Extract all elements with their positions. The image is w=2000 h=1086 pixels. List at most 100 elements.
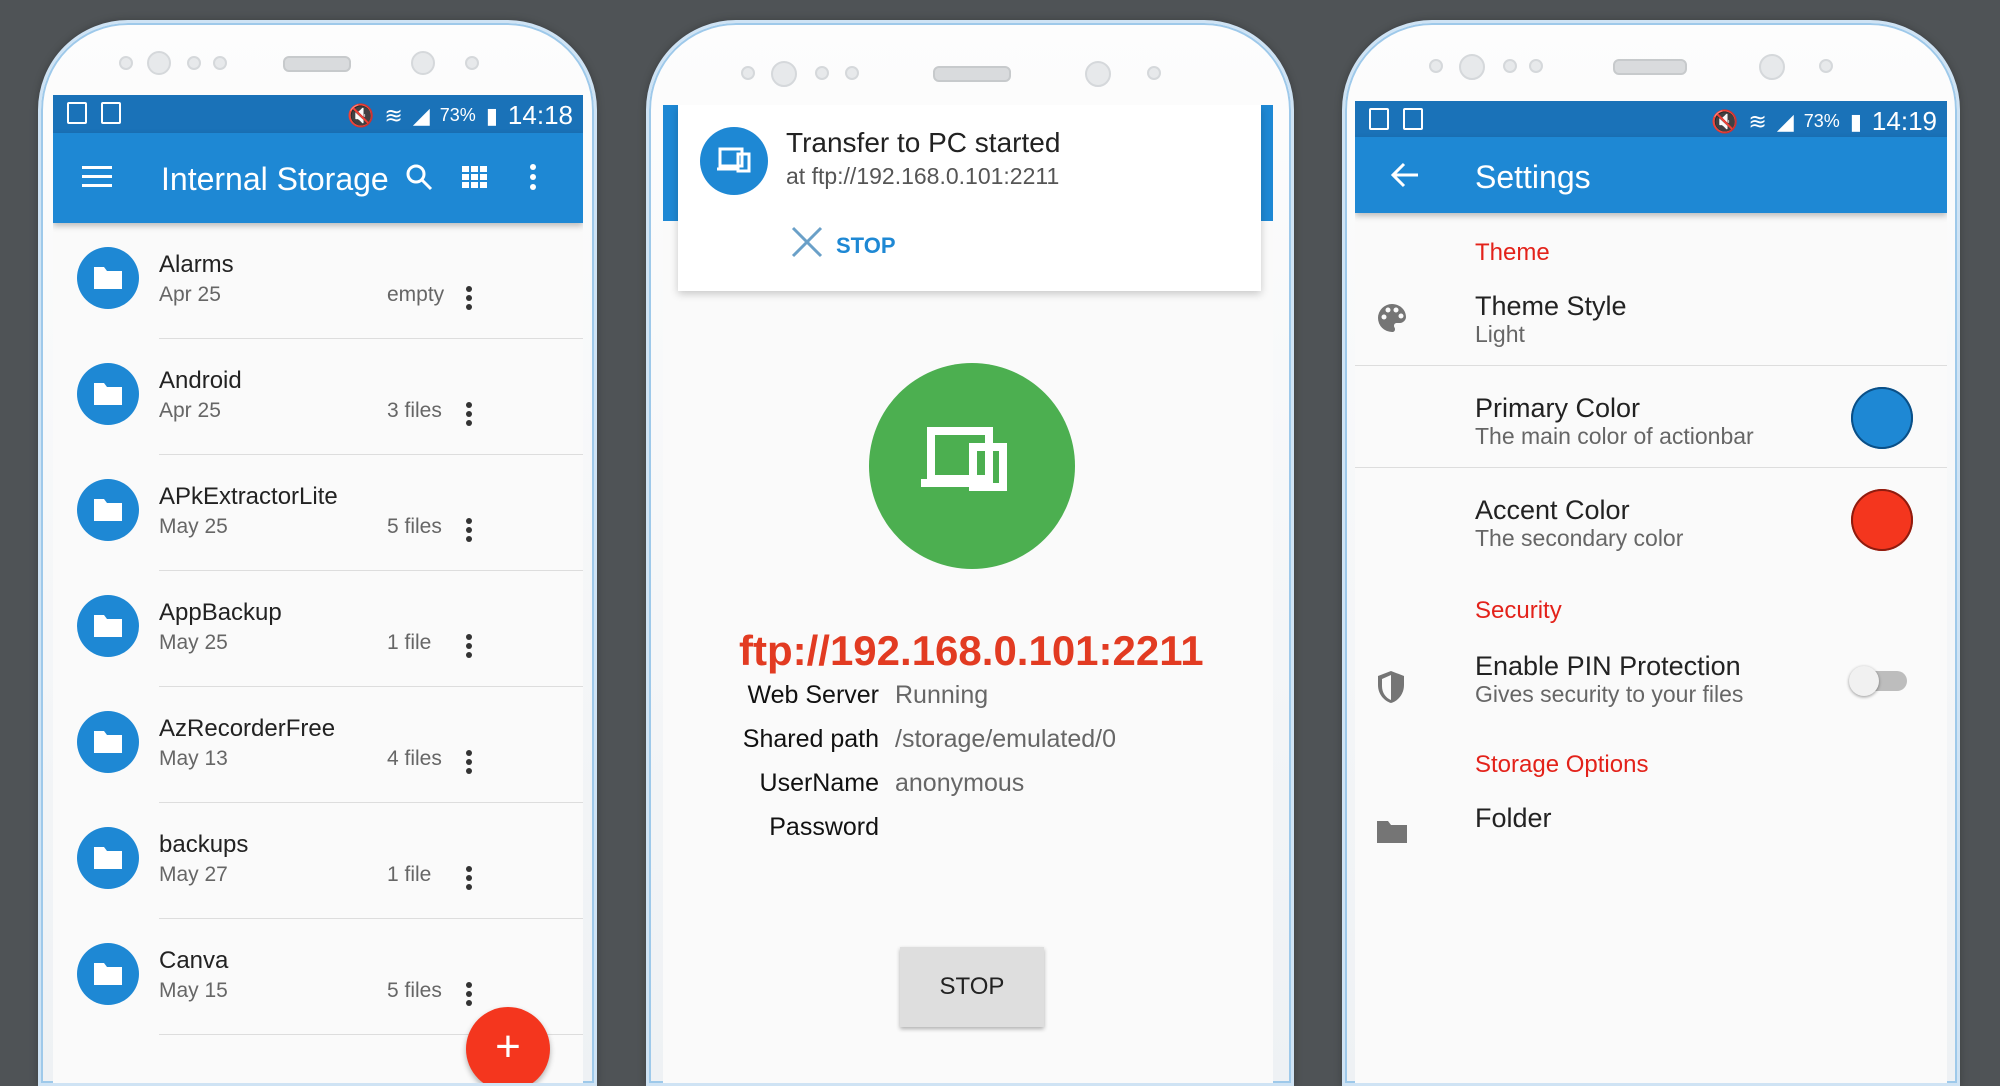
theme-style-title: Theme Style — [1475, 291, 1627, 321]
item-more-icon[interactable] — [461, 517, 477, 543]
folder-title: Folder — [1475, 803, 1552, 833]
phone-settings: 🔇 ≋ ◢ 73% ▮ 14:19 Settings Theme Theme S… — [1342, 20, 1960, 1086]
file-list-item[interactable]: APkExtractorLite May 25 5 files — [53, 455, 583, 571]
battery-percent: 73% — [439, 105, 476, 125]
file-name: AzRecorderFree — [159, 715, 336, 742]
app-bar: Settings — [1355, 137, 1947, 213]
file-date: May 15 — [159, 979, 228, 1002]
stop-server-button[interactable]: STOP — [900, 947, 1044, 1027]
file-name: Android — [159, 367, 242, 394]
grid-view-icon[interactable] — [453, 155, 497, 199]
item-more-icon[interactable] — [461, 981, 477, 1007]
file-count: 5 files — [387, 515, 442, 538]
toggle-thumb — [1849, 666, 1879, 696]
item-more-icon[interactable] — [461, 633, 477, 659]
shield-icon — [1375, 669, 1407, 710]
file-count: 4 files — [387, 747, 442, 770]
sensor-dot — [465, 56, 479, 70]
file-name: AppBackup — [159, 599, 282, 626]
page-title: Settings — [1475, 159, 1591, 195]
app-bar: Internal Storage — [53, 133, 583, 223]
folder-icon — [77, 943, 139, 1005]
sensor-dot — [1459, 54, 1485, 80]
info-key: Shared path — [742, 725, 879, 753]
file-date: May 13 — [159, 747, 228, 770]
mute-icon: 🔇 — [1711, 108, 1739, 134]
more-vert-icon[interactable] — [511, 155, 555, 199]
primary-color-summary: The main color of actionbar — [1475, 423, 1754, 449]
file-count: empty — [387, 283, 445, 306]
item-more-icon[interactable] — [461, 285, 477, 311]
folder-icon — [77, 247, 139, 309]
section-header-security: Security — [1475, 597, 1562, 624]
earpiece-speaker — [283, 56, 351, 72]
front-camera — [411, 51, 435, 75]
section-header-storage: Storage Options — [1475, 751, 1649, 778]
file-count: 1 file — [387, 631, 432, 654]
device-notification-icon — [1403, 108, 1423, 130]
sensor-dot — [845, 66, 859, 80]
sensor-dot — [1529, 59, 1543, 73]
gallery-notification-icon — [67, 102, 87, 124]
folder-icon — [77, 363, 139, 425]
info-value: Running — [895, 681, 989, 709]
primary-color-swatch[interactable] — [1851, 387, 1913, 449]
section-header-theme: Theme — [1475, 239, 1550, 266]
arrow-back-icon[interactable] — [1383, 153, 1427, 197]
front-camera — [1085, 61, 1111, 87]
phone-top-bezel — [1345, 23, 1957, 113]
info-key: UserName — [759, 769, 879, 797]
file-count: 5 files — [387, 979, 442, 1002]
divider — [1355, 365, 1947, 366]
item-more-icon[interactable] — [461, 749, 477, 775]
clock: 14:19 — [1871, 106, 1937, 136]
screen: 🔇 ≋ ◢ 73% ▮ 14:19 Settings Theme Theme S… — [1355, 101, 1947, 1083]
sensor-dot — [771, 61, 797, 87]
file-list-item[interactable]: AppBackup May 25 1 file — [53, 571, 583, 687]
file-count: 1 file — [387, 863, 432, 886]
file-list-item[interactable]: AzRecorderFree May 13 4 files — [53, 687, 583, 803]
search-icon[interactable] — [397, 155, 441, 199]
sensor-dot — [815, 66, 829, 80]
file-name: APkExtractorLite — [159, 483, 338, 510]
divider — [1355, 467, 1947, 468]
transfer-notification[interactable]: Transfer to PC started at ftp://192.168.… — [678, 105, 1261, 291]
file-date: Apr 25 — [159, 283, 221, 306]
folder-icon — [77, 711, 139, 773]
primary-color-title: Primary Color — [1475, 393, 1641, 423]
folder-icon — [77, 479, 139, 541]
device-transfer-icon — [700, 127, 768, 195]
file-count: 3 files — [387, 399, 442, 422]
notification-stop-action[interactable]: STOP — [836, 233, 896, 259]
close-icon[interactable] — [790, 225, 824, 268]
folder-icon — [77, 827, 139, 889]
menu-icon[interactable] — [75, 155, 119, 199]
file-name: backups — [159, 831, 249, 858]
item-more-icon[interactable] — [461, 401, 477, 427]
battery-icon: ▮ — [1849, 108, 1862, 134]
info-value: /storage/emulated/0 — [895, 725, 1116, 753]
sensor-dot — [187, 56, 201, 70]
signal-icon: ◢ — [1776, 108, 1794, 134]
screen: Transfer to PC started at ftp://192.168.… — [663, 105, 1273, 1083]
sensor-dot — [147, 51, 171, 75]
sensor-dot — [741, 66, 755, 80]
pin-protection-title: Enable PIN Protection — [1475, 651, 1741, 681]
file-date: May 25 — [159, 631, 228, 654]
item-more-icon[interactable] — [461, 865, 477, 891]
info-key: Web Server — [747, 681, 879, 709]
add-fab-button[interactable]: + — [466, 1007, 550, 1083]
phone-file-manager: 🔇 ≋ ◢ 73% ▮ 14:18 Internal Storage Alarm… — [38, 20, 597, 1086]
accent-color-swatch[interactable] — [1851, 489, 1913, 551]
phone-top-bezel — [649, 23, 1291, 113]
file-list-item[interactable]: Alarms Apr 25 empty — [53, 223, 583, 339]
sensor-dot — [1819, 59, 1833, 73]
sensor-dot — [1147, 66, 1161, 80]
phone-ftp-server: Transfer to PC started at ftp://192.168.… — [646, 20, 1294, 1086]
sensor-dot — [1503, 59, 1517, 73]
mute-icon: 🔇 — [347, 102, 375, 128]
folder-icon — [77, 595, 139, 657]
file-list-item[interactable]: backups May 27 1 file — [53, 803, 583, 919]
battery-percent: 73% — [1803, 111, 1840, 131]
file-list-item[interactable]: Android Apr 25 3 files — [53, 339, 583, 455]
